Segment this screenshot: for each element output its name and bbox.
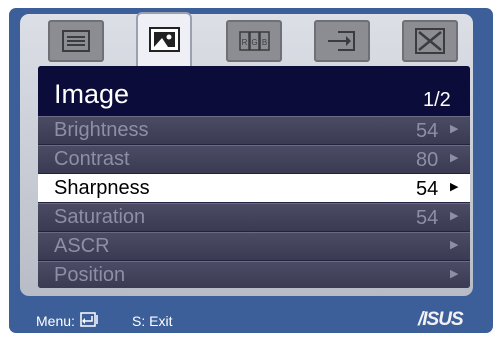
arrow-right-icon: ▶ xyxy=(450,152,459,164)
arrow-right-icon: ▶ xyxy=(450,239,459,251)
menu-item-sharpness[interactable]: Sharpness 54 ▶ xyxy=(38,174,470,202)
page-indicator: 1/2 xyxy=(423,89,451,111)
rgb-color-icon: R G B xyxy=(239,31,270,51)
menu-item-label: Sharpness xyxy=(54,177,150,199)
tab-input-select[interactable] xyxy=(314,20,370,62)
menu-item-position[interactable]: Position ▶ xyxy=(38,261,470,288)
menu-item-label: Position xyxy=(54,264,126,286)
enter-key-icon xyxy=(80,312,98,327)
menu-item-label: Brightness xyxy=(54,119,149,141)
menu-item-value: 80 xyxy=(416,149,439,171)
menu-item-value: 54 xyxy=(416,178,439,200)
image-icon xyxy=(149,27,180,52)
tab-image[interactable] xyxy=(136,12,192,66)
image-menu: Image 1/2 Brightness 54 ▶ Contrast 80 ▶ … xyxy=(38,66,470,288)
footer-menu-label: Menu: xyxy=(36,313,75,329)
splendid-icon xyxy=(62,30,90,52)
arrow-right-icon: ▶ xyxy=(450,268,459,280)
menu-item-label: Contrast xyxy=(54,148,130,170)
menu-item-contrast[interactable]: Contrast 80 ▶ xyxy=(38,145,470,173)
arrow-right-icon: ▶ xyxy=(450,181,459,193)
menu-item-ascr[interactable]: ASCR ▶ xyxy=(38,232,470,260)
menu-title: Image xyxy=(54,79,130,109)
tab-rgb-color[interactable]: R G B xyxy=(226,20,282,62)
footer-exit-label: S: Exit xyxy=(132,313,173,329)
rgb-b-letter: B xyxy=(262,38,267,47)
menu-header: Image 1/2 xyxy=(38,66,470,116)
menu-item-value: 54 xyxy=(416,120,439,142)
arrow-right-icon: ▶ xyxy=(450,123,459,135)
rgb-r-letter: R xyxy=(242,38,248,47)
asus-logo: /ISUS xyxy=(418,309,464,330)
input-select-icon xyxy=(328,31,355,51)
menu-item-label: Saturation xyxy=(54,206,146,228)
tab-system-setup[interactable] xyxy=(402,20,458,62)
system-setup-icon xyxy=(415,28,445,54)
arrow-right-icon: ▶ xyxy=(450,210,459,222)
menu-item-label: ASCR xyxy=(54,235,110,257)
rgb-g-letter: G xyxy=(251,38,257,47)
menu-item-brightness[interactable]: Brightness 54 ▶ xyxy=(38,116,470,144)
menu-item-value: 54 xyxy=(416,207,439,229)
menu-item-saturation[interactable]: Saturation 54 ▶ xyxy=(38,203,470,231)
tab-splendid[interactable] xyxy=(48,20,104,62)
